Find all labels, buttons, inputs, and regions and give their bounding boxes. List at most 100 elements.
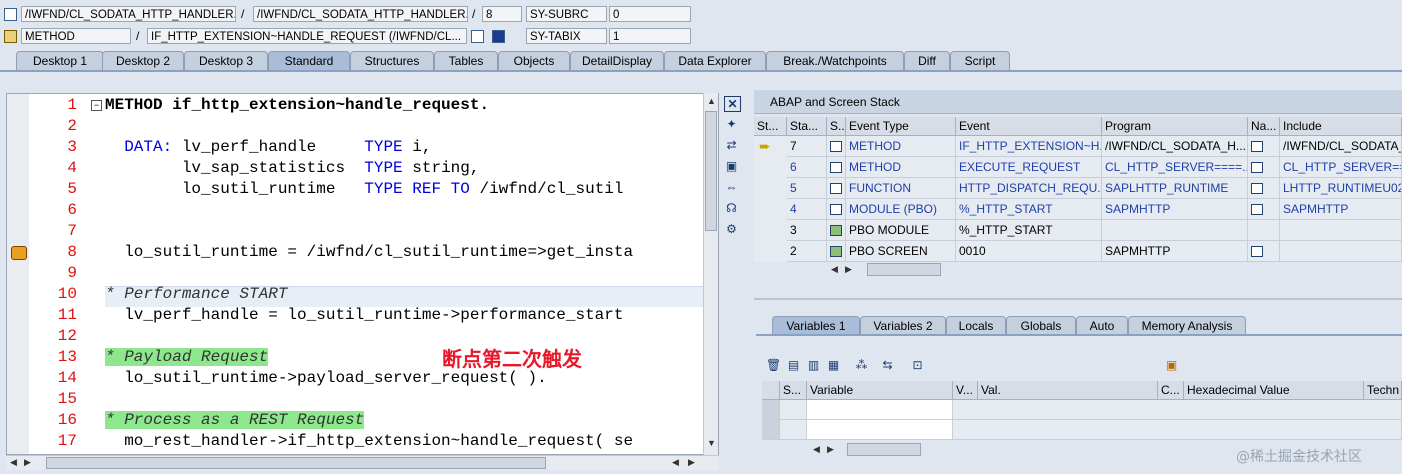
column-header[interactable]: Techn [1364, 381, 1402, 400]
table-row[interactable]: 6 METHOD EXECUTE_REQUEST CL_HTTP_SERVER=… [754, 157, 1402, 178]
column-header[interactable]: S... [780, 381, 807, 400]
variable-input[interactable] [807, 420, 953, 440]
scroll-right-icon[interactable]: ▶ [827, 444, 834, 455]
navigate-icon[interactable] [1248, 178, 1280, 199]
column-header[interactable]: Event Type [846, 117, 956, 136]
tab-script[interactable]: Script [950, 51, 1010, 70]
export-icon[interactable]: ▦ [826, 358, 841, 373]
code-line-16: * Process as a REST Request [105, 411, 365, 429]
tab-structures[interactable]: Structures [350, 51, 434, 70]
column-header[interactable]: St... [754, 117, 787, 136]
tab-objects[interactable]: Objects [498, 51, 570, 70]
panel-splitter[interactable] [754, 298, 1402, 300]
scroll-thumb[interactable] [705, 111, 717, 231]
tab-desktop-2[interactable]: Desktop 2 [102, 51, 184, 70]
tab-memory-analysis[interactable]: Memory Analysis [1128, 316, 1246, 335]
column-header[interactable]: Program [1102, 117, 1248, 136]
scroll-down-icon[interactable]: ▼ [707, 438, 716, 448]
swap-tool-icon[interactable]: ⇄ [724, 138, 739, 152]
include: SAPMHTTP [1280, 199, 1402, 220]
breakpoint-gutter[interactable] [7, 94, 29, 454]
navigate-icon[interactable] [1248, 241, 1280, 262]
scroll-left-icon[interactable]: ◀ [813, 444, 820, 455]
column-header[interactable]: Na... [1248, 117, 1280, 136]
column-header[interactable]: Val. [978, 381, 1158, 400]
tab-locals[interactable]: Locals [946, 316, 1006, 335]
load-variables-icon[interactable]: ▥ [806, 358, 821, 373]
tab-data-explorer[interactable]: Data Explorer [664, 51, 766, 70]
scroll-thumb[interactable] [867, 263, 941, 276]
filter-icon[interactable]: ⊡ [910, 358, 925, 373]
row-selector-header [762, 381, 780, 400]
column-header[interactable]: C... [1158, 381, 1184, 400]
transfer-icon[interactable]: ⇆ [880, 358, 895, 373]
breakpoint-marker-icon[interactable] [11, 246, 27, 260]
hierarchy-icon[interactable]: ⁂ [854, 358, 869, 373]
row-selector[interactable] [762, 420, 780, 440]
tab-breakpoints[interactable]: Break./Watchpoints [766, 51, 904, 70]
tab-detaildisplay[interactable]: DetailDisplay [570, 51, 664, 70]
tab-diff[interactable]: Diff [904, 51, 950, 70]
column-header[interactable]: Include [1280, 117, 1402, 136]
tab-variables-2[interactable]: Variables 2 [860, 316, 946, 335]
scroll-right-icon[interactable]: ▶ [688, 457, 695, 468]
editor-vertical-scrollbar[interactable]: ▲ ▼ [703, 93, 718, 455]
column-header[interactable]: Event [956, 117, 1102, 136]
program: SAPMHTTP [1102, 241, 1248, 262]
save-disk-icon[interactable]: ▣ [1164, 358, 1179, 373]
line-number: 14 [57, 369, 77, 387]
editor-side-toolbar: ✕ ✦ ⇄ ▣ ⇔ ☊ ⚙ [722, 93, 744, 253]
column-header[interactable]: Sta... [787, 117, 827, 136]
tab-auto[interactable]: Auto [1076, 316, 1128, 335]
scroll-thumb[interactable] [847, 443, 921, 456]
tab-tables[interactable]: Tables [434, 51, 498, 70]
stack-horizontal-scrollbar[interactable]: ◀ ▶ [827, 262, 1402, 276]
navigate-icon[interactable] [1248, 199, 1280, 220]
close-icon[interactable]: ✕ [724, 96, 741, 112]
code-line-3: DATA: lv_perf_handle TYPE i, [105, 138, 432, 156]
header-line-field[interactable]: 8 [482, 6, 522, 22]
table-row[interactable]: 3 PBO MODULE %_HTTP_START [754, 220, 1402, 241]
column-header[interactable]: Hexadecimal Value [1184, 381, 1364, 400]
navigate-icon[interactable] [1248, 157, 1280, 178]
maximize-icon[interactable]: ▣ [724, 159, 739, 173]
full-screen-icon[interactable]: ⇔ [724, 180, 739, 194]
scroll-left-icon[interactable]: ◀ [672, 457, 679, 468]
tab-standard[interactable]: Standard [268, 51, 350, 70]
scroll-thumb[interactable] [46, 457, 546, 469]
column-header[interactable]: V... [953, 381, 978, 400]
header-program-field[interactable]: /IWFND/CL_SODATA_HTTP_HANDLER... [21, 6, 236, 22]
scroll-right-icon[interactable]: ▶ [845, 264, 852, 275]
display-icon[interactable] [471, 30, 484, 43]
info-icon[interactable] [492, 30, 505, 43]
tab-globals[interactable]: Globals [1006, 316, 1076, 335]
column-header[interactable]: Variable [807, 381, 953, 400]
tab-desktop-3[interactable]: Desktop 3 [184, 51, 268, 70]
table-row[interactable]: 5 FUNCTION HTTP_DISPATCH_REQU... SAPLHTT… [754, 178, 1402, 199]
header-include-field[interactable]: /IWFND/CL_SODATA_HTTP_HANDLER... [253, 6, 468, 22]
collapse-icon[interactable]: − [91, 100, 102, 111]
new-tool-icon[interactable]: ✦ [724, 117, 739, 131]
scroll-left-icon[interactable]: ◀ [831, 264, 838, 275]
tab-desktop-1[interactable]: Desktop 1 [16, 51, 104, 70]
line-number: 8 [67, 243, 77, 261]
header-event-field[interactable]: IF_HTTP_EXTENSION~HANDLE_REQUEST (/IWFND… [147, 28, 467, 44]
scroll-left-icon[interactable]: ◀ [10, 457, 17, 468]
variables-horizontal-scrollbar[interactable]: ◀ ▶ [807, 442, 1207, 456]
settings-icon[interactable]: ⚙ [724, 222, 739, 236]
column-header[interactable]: S... [827, 117, 846, 136]
table-row[interactable]: 2 PBO SCREEN 0010 SAPMHTTP [754, 241, 1402, 262]
table-row[interactable]: 4 MODULE (PBO) %_HTTP_START SAPMHTTP SAP… [754, 199, 1402, 220]
services-icon[interactable]: ☊ [724, 201, 739, 215]
table-row[interactable]: ➨ 7 METHOD IF_HTTP_EXTENSION~H... /IWFND… [754, 136, 1402, 157]
tab-variables-1[interactable]: Variables 1 [772, 316, 860, 335]
delete-icon[interactable]: 🗑 [766, 358, 781, 373]
save-variables-icon[interactable]: ▤ [786, 358, 801, 373]
scroll-right-icon[interactable]: ▶ [24, 457, 31, 468]
navigate-icon[interactable] [1248, 136, 1280, 157]
variable-input[interactable] [807, 400, 953, 420]
scroll-up-icon[interactable]: ▲ [707, 96, 716, 106]
source-editor[interactable]: 1 2 3 4 5 6 7 8 9 10 11 12 13 14 15 16 1… [6, 93, 719, 455]
editor-horizontal-scrollbar[interactable]: ◀ ▶ ◀ ▶ [6, 455, 719, 470]
row-selector[interactable] [762, 400, 780, 420]
